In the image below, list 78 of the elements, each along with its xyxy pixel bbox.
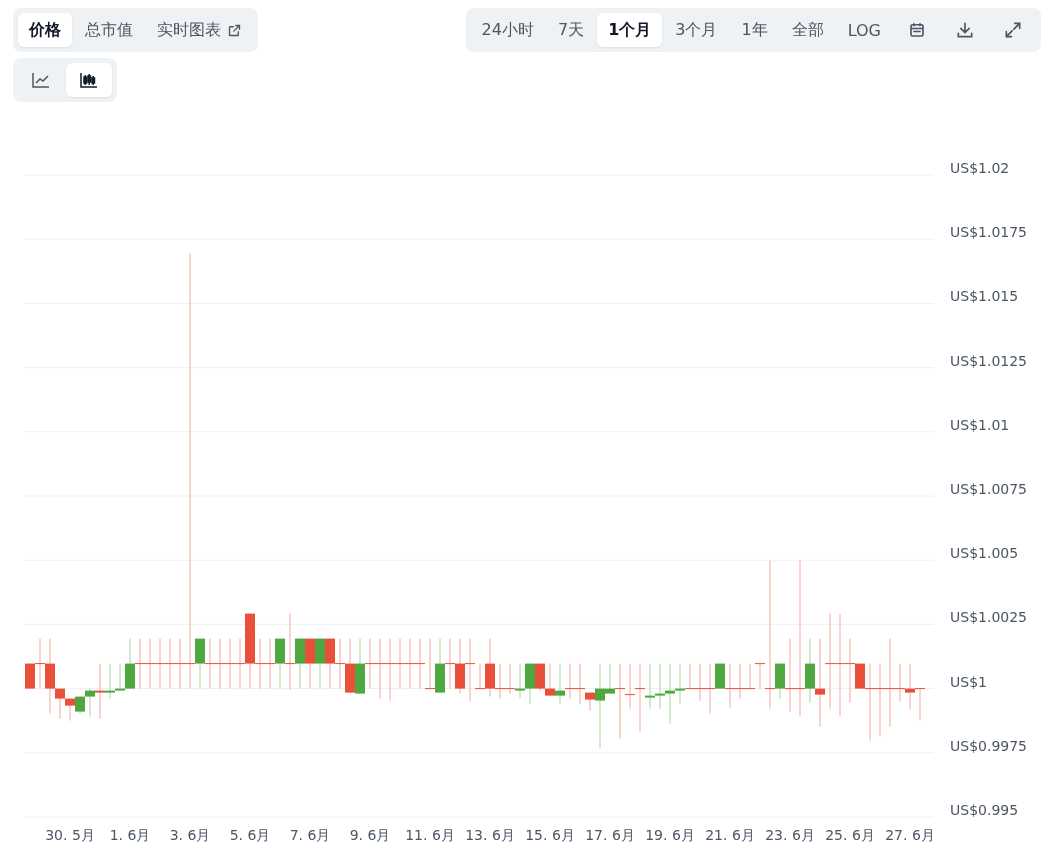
y-axis-label: US$1.02 xyxy=(950,160,1010,176)
x-axis-label: 25. 6月 xyxy=(825,827,875,843)
candlestick xyxy=(325,638,335,690)
candlestick xyxy=(424,638,436,690)
candlestick xyxy=(374,638,386,700)
range-tab[interactable]: LOG xyxy=(836,13,892,47)
x-axis-label: 11. 6月 xyxy=(405,827,455,843)
y-axis-label: US$1.0025 xyxy=(950,609,1028,626)
candlestick xyxy=(734,663,746,700)
candlestick xyxy=(384,638,396,702)
candlestick xyxy=(164,638,176,690)
candlestick xyxy=(214,638,226,690)
range-tab[interactable]: 24小时 xyxy=(470,13,545,47)
candlestick xyxy=(455,638,465,695)
range-tab[interactable]: 3个月 xyxy=(664,13,729,47)
chart-type-button[interactable] xyxy=(66,63,112,97)
candlestick xyxy=(404,638,416,690)
y-axis-label: US$1.0075 xyxy=(950,480,1028,497)
line-chart-icon xyxy=(31,71,51,89)
x-axis-label: 27. 6月 xyxy=(885,827,934,843)
download-icon xyxy=(955,20,975,40)
x-axis-label: 17. 6月 xyxy=(585,827,635,843)
x-axis-label: 13. 6月 xyxy=(465,827,515,843)
view-tab[interactable]: 实时图表 xyxy=(146,13,253,47)
candlestick xyxy=(154,638,166,690)
candlestick xyxy=(134,638,146,690)
y-axis-label: US$0.995 xyxy=(950,801,1019,818)
x-axis-label: 21. 6月 xyxy=(705,827,755,843)
candlestick-icon xyxy=(79,71,99,89)
candlestick xyxy=(364,638,376,690)
candlestick xyxy=(394,638,406,690)
candlestick xyxy=(224,638,236,690)
candlestick xyxy=(315,638,325,690)
candlestick xyxy=(744,663,756,690)
range-tab[interactable]: 1个月 xyxy=(597,13,663,47)
range-tab[interactable]: 1年 xyxy=(730,13,779,47)
candlestick xyxy=(504,663,516,695)
range-tab[interactable]: 7天 xyxy=(546,13,596,47)
y-axis-label: US$0.9975 xyxy=(950,737,1028,754)
y-axis-label: US$1.0125 xyxy=(950,352,1028,369)
x-axis-label: 23. 6月 xyxy=(765,827,815,843)
candlestick xyxy=(914,688,926,722)
x-axis-label: 5. 6月 xyxy=(229,827,271,843)
candlestick xyxy=(555,663,565,705)
x-axis-label: 30. 5月 xyxy=(45,827,95,843)
range-tab[interactable]: 全部 xyxy=(780,13,835,47)
candlestick xyxy=(334,638,346,690)
view-tab[interactable]: 总市值 xyxy=(74,13,144,47)
y-axis-label: US$1.0175 xyxy=(950,224,1028,241)
x-axis-label: 9. 6月 xyxy=(349,827,391,843)
y-axis-label: US$1 xyxy=(950,673,987,690)
candlestick xyxy=(655,663,665,710)
x-axis-label: 15. 6月 xyxy=(525,827,575,843)
y-axis-label: US$1.01 xyxy=(950,416,1010,433)
candlestick xyxy=(564,663,576,700)
candlestick xyxy=(345,638,355,694)
candlestick xyxy=(144,638,156,690)
y-axis-label: US$1.005 xyxy=(950,545,1019,562)
candlestick xyxy=(65,698,75,722)
candlestick xyxy=(515,663,525,700)
y-axis-label: US$1.015 xyxy=(950,288,1019,305)
x-axis-label: 19. 6月 xyxy=(645,827,695,843)
candlestick xyxy=(305,638,315,690)
x-axis-label: 1. 6月 xyxy=(109,827,151,843)
candlestick xyxy=(905,663,915,711)
expand-icon xyxy=(1003,20,1023,40)
candlestick xyxy=(355,638,365,695)
x-axis-label: 3. 6月 xyxy=(169,827,211,843)
candlestick xyxy=(204,638,216,690)
candlestick xyxy=(264,638,276,690)
candlestick xyxy=(435,638,445,694)
x-axis-label: 7. 6月 xyxy=(289,827,331,843)
view-tab[interactable]: 价格 xyxy=(18,13,72,47)
calendar-icon xyxy=(908,21,926,39)
candlestick xyxy=(444,638,456,690)
external-link-icon xyxy=(227,22,242,38)
candlestick xyxy=(545,663,555,697)
candlestick xyxy=(414,638,426,690)
